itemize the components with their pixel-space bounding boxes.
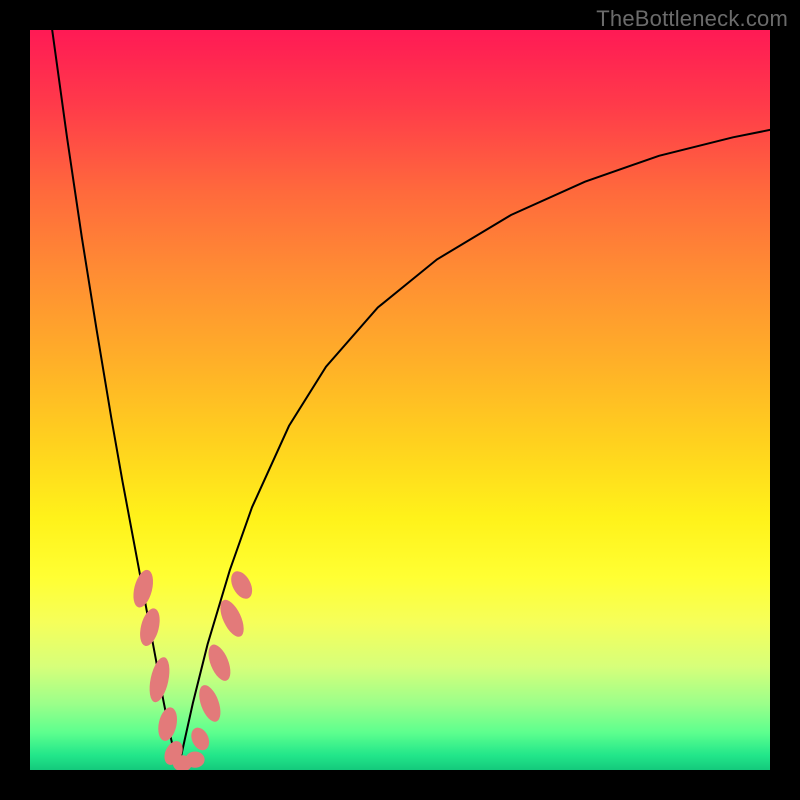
data-marker [227, 568, 257, 602]
curve-right-branch [178, 130, 770, 770]
chart-svg [30, 30, 770, 770]
data-marker [130, 568, 157, 610]
outer-frame: TheBottleneck.com [0, 0, 800, 800]
watermark-label: TheBottleneck.com [596, 6, 788, 32]
data-marker [195, 682, 225, 724]
data-marker [185, 752, 204, 768]
plot-area [30, 30, 770, 770]
data-marker [137, 606, 164, 648]
data-marker [155, 706, 179, 743]
curve-left-branch [52, 30, 178, 770]
data-marker [146, 655, 173, 704]
data-marker [204, 642, 235, 684]
data-marker [188, 725, 213, 753]
